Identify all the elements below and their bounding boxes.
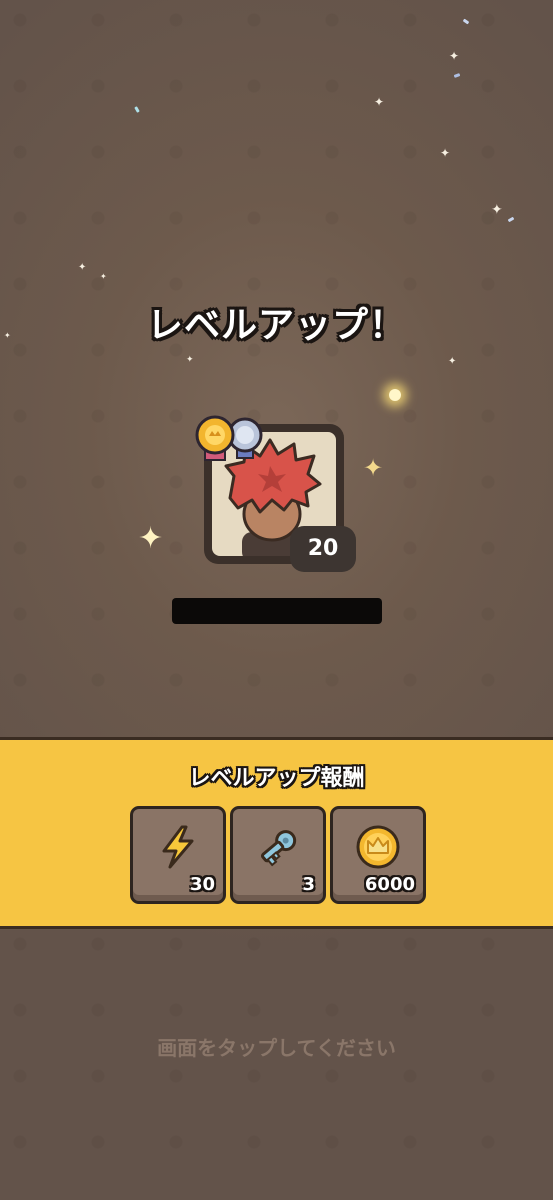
level-up-screen[interactable]: { "title": "レベルアップ！", "player": { "level… xyxy=(0,0,553,1200)
sparkle-icon: ✦ xyxy=(440,146,451,160)
reward-slot-coins[interactable]: 6000 xyxy=(330,806,426,904)
sparkle-icon: ✦ xyxy=(448,356,457,367)
gold-medal-icon xyxy=(194,414,236,470)
key-icon xyxy=(260,830,297,867)
level-up-title: レベルアップ！ xyxy=(146,305,406,346)
rewards-title: レベルアップ報酬 xyxy=(188,766,365,791)
lightning-bolt-icon xyxy=(162,825,194,869)
sparkle-icon: ✦ xyxy=(363,454,384,482)
sparkle-icon: ✦ xyxy=(186,355,194,365)
glow-orb xyxy=(389,389,401,401)
sparkle-icon: ✦ xyxy=(78,262,87,273)
reward-count: 30 xyxy=(189,874,215,895)
crown-coin-icon xyxy=(356,825,400,869)
sparkle-icon: ✦ xyxy=(491,202,503,218)
sparkle-icon: ✦ xyxy=(449,49,460,63)
reward-slot-key[interactable]: 3 xyxy=(230,806,326,904)
sparkle-icon: ✦ xyxy=(100,272,107,281)
player-name-redacted xyxy=(172,598,382,624)
reward-count: 6000 xyxy=(364,874,415,895)
tap-to-continue-hint: 画面をタップしてください xyxy=(157,1036,396,1060)
level-up-rewards-panel: レベルアップ報酬 30 3 6000 xyxy=(0,737,553,929)
reward-count: 3 xyxy=(302,874,315,895)
sparkle-icon: ✦ xyxy=(138,521,164,556)
player-level-badge: 20 xyxy=(290,526,356,572)
sparkle-icon: ✦ xyxy=(374,95,385,109)
reward-slot-energy[interactable]: 30 xyxy=(130,806,226,904)
